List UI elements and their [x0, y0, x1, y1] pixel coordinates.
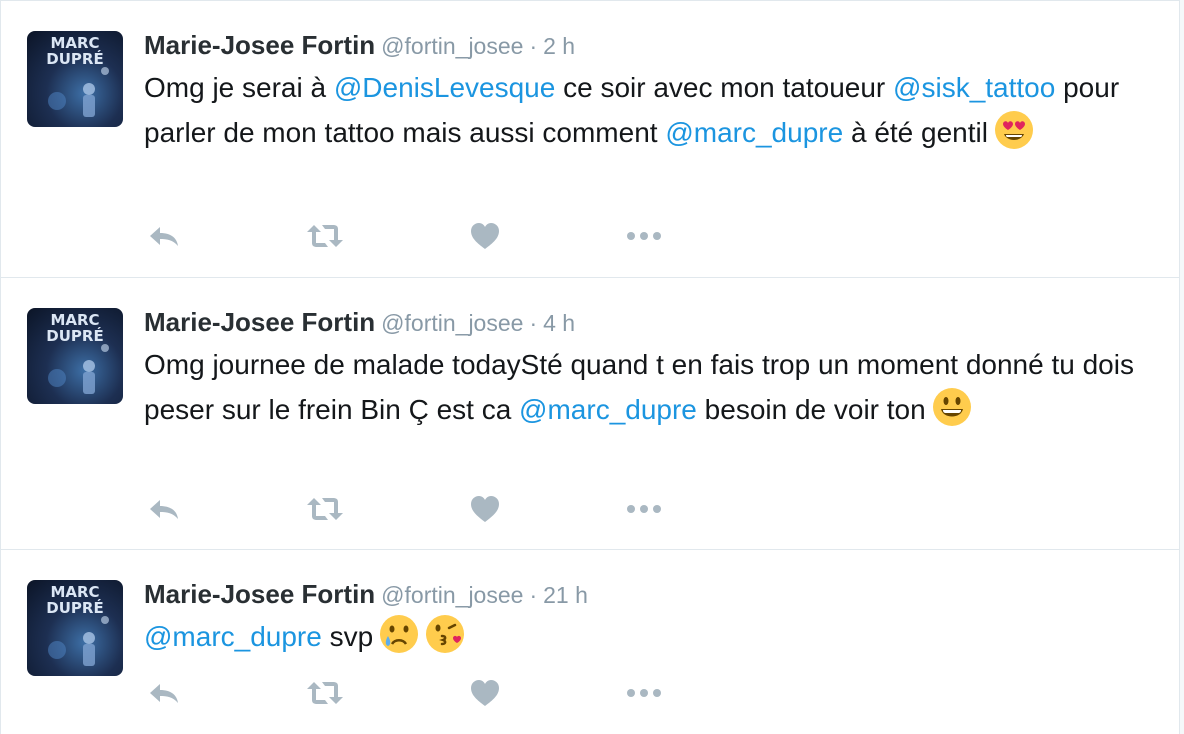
- mention-link[interactable]: @marc_dupre: [519, 394, 697, 425]
- avatar[interactable]: MARC DUPRÉ: [27, 31, 123, 127]
- author-name[interactable]: Marie-Josee Fortin: [144, 30, 375, 60]
- separator: ·: [529, 582, 538, 608]
- tweet[interactable]: MARC DUPRÉ Marie-Josee Fortin @fortin_jos…: [1, 0, 1179, 278]
- more-icon[interactable]: [625, 676, 665, 710]
- like-icon[interactable]: [469, 676, 501, 710]
- tweet-text: Omg journee de malade todaySté quand t e…: [144, 342, 1154, 440]
- crying-emoji: [379, 614, 419, 667]
- kissing-heart-emoji: [425, 614, 465, 667]
- timestamp[interactable]: 21 h: [543, 582, 588, 608]
- reply-icon[interactable]: [146, 219, 182, 253]
- author-name[interactable]: Marie-Josee Fortin: [144, 307, 375, 337]
- tweet[interactable]: MARC DUPRÉ Marie-Josee Fortin @fortin_jos…: [1, 278, 1179, 550]
- separator: ·: [529, 33, 538, 59]
- like-icon[interactable]: [469, 219, 501, 253]
- avatar-line-2: DUPRÉ: [46, 598, 103, 617]
- more-icon[interactable]: [625, 492, 665, 526]
- timestamp[interactable]: 2 h: [543, 33, 575, 59]
- tweet-header: Marie-Josee Fortin @fortin_josee · 4 h: [144, 306, 575, 338]
- author-name[interactable]: Marie-Josee Fortin: [144, 579, 375, 609]
- avatar[interactable]: MARC DUPRÉ: [27, 580, 123, 676]
- grinning-emoji: [932, 387, 972, 440]
- mention-link[interactable]: @sisk_tattoo: [893, 72, 1055, 103]
- avatar-line-2: DUPRÉ: [46, 326, 103, 345]
- tweet-header: Marie-Josee Fortin @fortin_josee · 21 h: [144, 578, 588, 610]
- text-segment: à été gentil: [843, 117, 988, 148]
- mention-link[interactable]: @marc_dupre: [144, 621, 322, 652]
- mention-link[interactable]: @marc_dupre: [665, 117, 843, 148]
- mention-link[interactable]: @DenisLevesque: [334, 72, 555, 103]
- reply-icon[interactable]: [146, 492, 182, 526]
- like-icon[interactable]: [469, 492, 501, 526]
- author-handle[interactable]: @fortin_josee: [381, 310, 523, 336]
- tweet-text: @marc_dupre svp: [144, 614, 1154, 667]
- separator: ·: [529, 310, 538, 336]
- text-segment: besoin de voir ton: [696, 394, 926, 425]
- retweet-icon[interactable]: [304, 492, 346, 526]
- author-handle[interactable]: @fortin_josee: [381, 33, 523, 59]
- retweet-icon[interactable]: [304, 676, 346, 710]
- reply-icon[interactable]: [146, 676, 182, 710]
- tweet-header: Marie-Josee Fortin @fortin_josee · 2 h: [144, 29, 575, 61]
- timestamp[interactable]: 4 h: [543, 310, 575, 336]
- avatar[interactable]: MARC DUPRÉ: [27, 308, 123, 404]
- timeline: MARC DUPRÉ Marie-Josee Fortin @fortin_jos…: [0, 0, 1180, 734]
- tweet[interactable]: MARC DUPRÉ Marie-Josee Fortin @fortin_jos…: [1, 550, 1179, 734]
- text-segment: ce soir avec mon tatoueur: [555, 72, 894, 103]
- more-icon[interactable]: [625, 219, 665, 253]
- tweet-text: Omg je serai à @DenisLevesque ce soir av…: [144, 65, 1154, 163]
- heart-eyes-emoji: [994, 110, 1034, 163]
- author-handle[interactable]: @fortin_josee: [381, 582, 523, 608]
- avatar-line-2: DUPRÉ: [46, 49, 103, 68]
- retweet-icon[interactable]: [304, 219, 346, 253]
- text-segment: svp: [321, 621, 374, 652]
- text-segment: Omg je serai à: [144, 72, 334, 103]
